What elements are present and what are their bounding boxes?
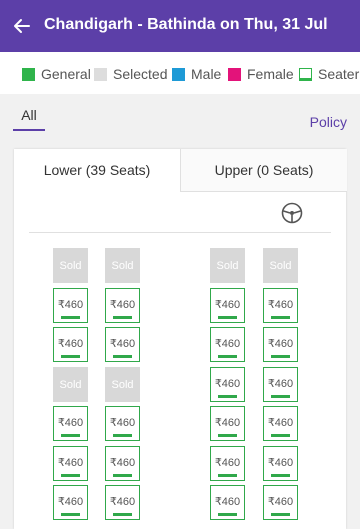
seat-price: ₹460 [109, 457, 136, 469]
seat-indicator [218, 474, 237, 477]
steering-wheel-icon [281, 202, 303, 224]
seat-indicator [218, 395, 237, 398]
available-seat[interactable]: ₹460 [53, 406, 88, 441]
seat-indicator [218, 434, 237, 437]
sold-seat: Sold [105, 248, 140, 283]
seat-price: ₹460 [267, 457, 294, 469]
seat-legend: General Selected Male Female Seater [0, 52, 360, 94]
seat-price: ₹460 [57, 338, 84, 350]
seat-price: ₹460 [267, 417, 294, 429]
available-seat[interactable]: ₹460 [105, 406, 140, 441]
seat-price: ₹460 [57, 496, 84, 508]
legend-female-label: Female [247, 66, 294, 82]
available-seat[interactable]: ₹460 [105, 288, 140, 323]
tab-upper-deck[interactable]: Upper (0 Seats) [180, 149, 347, 192]
seat-indicator [218, 355, 237, 358]
sold-seat: Sold [105, 367, 140, 402]
available-seat[interactable]: ₹460 [263, 446, 298, 481]
legend-general-label: General [41, 66, 91, 82]
seat-price: ₹460 [57, 417, 84, 429]
seat-indicator [271, 474, 290, 477]
sold-seat: Sold [53, 367, 88, 402]
available-seat[interactable]: ₹460 [53, 327, 88, 362]
available-seat[interactable]: ₹460 [210, 288, 245, 323]
seat-indicator [61, 316, 80, 319]
sold-seat: Sold [53, 248, 88, 283]
seat-price: ₹460 [267, 338, 294, 350]
available-seat[interactable]: ₹460 [210, 406, 245, 441]
available-seat[interactable]: ₹460 [105, 446, 140, 481]
seat-indicator [271, 355, 290, 358]
seat-indicator [113, 474, 132, 477]
legend-selected-label: Selected [113, 66, 168, 82]
seat-price: ₹460 [109, 338, 136, 350]
seat-indicator [61, 474, 80, 477]
available-seat[interactable]: ₹460 [263, 406, 298, 441]
seat-indicator [218, 513, 237, 516]
seat-indicator [271, 316, 290, 319]
available-seat[interactable]: ₹460 [53, 288, 88, 323]
available-seat[interactable]: ₹460 [105, 327, 140, 362]
available-seat[interactable]: ₹460 [210, 327, 245, 362]
filter-tabs: All Policy [0, 94, 360, 140]
tab-all[interactable]: All [13, 107, 45, 131]
seat-map-card: Lower (39 Seats) Upper (0 Seats) Sold Sol… [14, 149, 347, 529]
legend-general-swatch [22, 67, 35, 81]
seat-indicator [271, 513, 290, 516]
available-seat[interactable]: ₹460 [53, 446, 88, 481]
legend-female: Female [228, 66, 294, 82]
seat-price: ₹460 [214, 338, 241, 350]
seat-indicator [271, 434, 290, 437]
legend-selected: Selected [94, 66, 167, 82]
seat-indicator [113, 355, 132, 358]
seat-price: ₹460 [109, 417, 136, 429]
seat-price: ₹460 [109, 299, 136, 311]
legend-seater: Seater [299, 66, 359, 82]
policy-link[interactable]: Policy [310, 114, 347, 130]
seat-indicator [61, 434, 80, 437]
page-title: Chandigarh - Bathinda on Thu, 31 Jul [44, 16, 328, 33]
available-seat[interactable]: ₹460 [53, 485, 88, 520]
sold-seat: Sold [210, 248, 245, 283]
seat-indicator [113, 434, 132, 437]
seat-price: ₹460 [57, 457, 84, 469]
legend-male-label: Male [191, 66, 222, 82]
seat-price: ₹460 [267, 299, 294, 311]
back-arrow-icon[interactable] [8, 12, 36, 40]
available-seat[interactable]: ₹460 [210, 485, 245, 520]
available-seat[interactable]: ₹460 [263, 327, 298, 362]
available-seat[interactable]: ₹460 [263, 485, 298, 520]
available-seat[interactable]: ₹460 [263, 288, 298, 323]
seat-price: ₹460 [214, 299, 241, 311]
seat-price: ₹460 [214, 496, 241, 508]
legend-seater-label: Seater [318, 66, 360, 82]
legend-general: General [22, 66, 91, 82]
seat-indicator [113, 316, 132, 319]
legend-male-swatch [172, 67, 185, 81]
seat-indicator [218, 316, 237, 319]
seat-price: ₹460 [109, 496, 136, 508]
seat-price: ₹460 [57, 299, 84, 311]
seat-indicator [61, 513, 80, 516]
available-seat[interactable]: ₹460 [105, 485, 140, 520]
seat-price: ₹460 [214, 378, 241, 390]
legend-female-swatch [228, 67, 241, 81]
available-seat[interactable]: ₹460 [263, 367, 298, 402]
sold-seat: Sold [263, 248, 298, 283]
legend-male: Male [172, 66, 221, 82]
legend-seater-swatch [299, 67, 312, 81]
tab-lower-deck[interactable]: Lower (39 Seats) [14, 149, 180, 191]
seat-price: ₹460 [267, 378, 294, 390]
seat-indicator [271, 395, 290, 398]
seat-indicator [61, 355, 80, 358]
seat-price: ₹460 [267, 496, 294, 508]
deck-divider [29, 232, 331, 233]
available-seat[interactable]: ₹460 [210, 446, 245, 481]
seat-price: ₹460 [214, 457, 241, 469]
app-bar: Chandigarh - Bathinda on Thu, 31 Jul [0, 0, 360, 52]
available-seat[interactable]: ₹460 [210, 367, 245, 402]
seat-indicator [113, 513, 132, 516]
seat-price: ₹460 [214, 417, 241, 429]
legend-selected-swatch [94, 67, 107, 81]
